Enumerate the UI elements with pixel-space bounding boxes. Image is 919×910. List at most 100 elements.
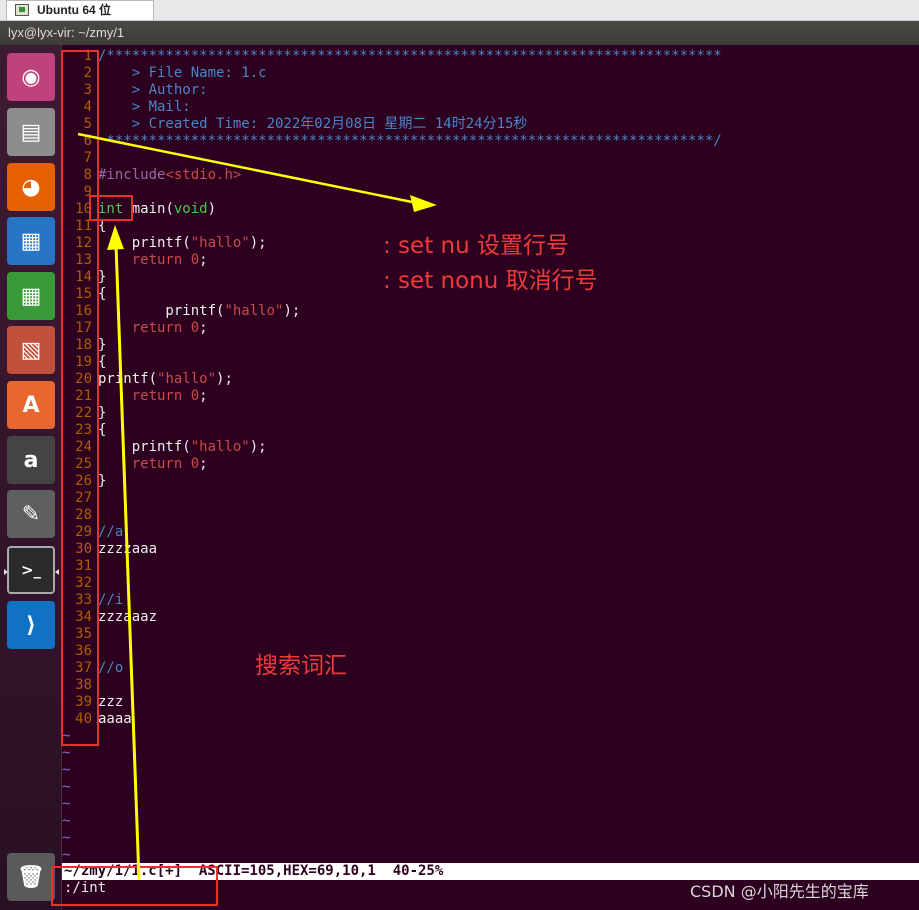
code-line: 3 > Author: [62, 82, 919, 99]
empty-line-tilde: ~ [62, 813, 919, 830]
code-line: 16 printf("hallo"); [62, 303, 919, 320]
code-line: 18} [62, 337, 919, 354]
code-line: 22} [62, 405, 919, 422]
line-text: return 0; [131, 320, 208, 336]
note-set-nonu: : set nonu 取消行号 [383, 268, 598, 294]
launcher-terminal[interactable]: >_ [4, 546, 59, 594]
code-line: 17 return 0; [62, 320, 919, 337]
unity-launcher: ◉ ▤ ◕ ▦ ▦ ▧ Aa ✎ >_ ⟩ 🗑 [0, 45, 62, 910]
vm-tab-label: Ubuntu 64 位 [37, 3, 111, 17]
empty-line-tilde: ~ [62, 830, 919, 847]
launcher-vscode[interactable]: ⟩ [7, 601, 55, 649]
line-text: #include<stdio.h> [98, 167, 242, 183]
line-text: return 0; [131, 456, 208, 472]
code-line: 30 zzzzaaa [62, 541, 919, 558]
line-text: printf("hallo"); [98, 235, 267, 251]
code-line: 7 [62, 150, 919, 167]
launcher-libreoffice-writer[interactable]: ▦ [7, 217, 55, 265]
note-search: 搜索词汇 [255, 653, 347, 679]
code-line: 24 printf("hallo"); [62, 439, 919, 456]
tilde-marker: ~ [62, 779, 71, 795]
code-line: 10 int main(void) [62, 201, 919, 218]
code-line: 36 [62, 643, 919, 660]
line-text: zzzzaaa [98, 541, 158, 557]
line-text: aaaa [98, 711, 132, 727]
focus-indicator [55, 569, 59, 575]
line-text: printf("hallo"); [98, 303, 301, 319]
code-line: 32 [62, 575, 919, 592]
line-text: zzz [98, 694, 124, 710]
vm-tab-bar: Ubuntu 64 位 [0, 0, 919, 21]
code-line: 8 #include<stdio.h> [62, 167, 919, 184]
code-line: 37//o [62, 660, 919, 677]
calc-spreadsheet-icon: ▦ [20, 283, 42, 309]
launcher-trash[interactable]: 🗑 [7, 853, 55, 901]
code-line: 6 **************************************… [62, 133, 919, 150]
launcher-firefox[interactable]: ◕ [7, 163, 55, 211]
csdn-watermark: CSDN @小阳先生的宝库 [690, 882, 869, 901]
code-line: 25 return 0; [62, 456, 919, 473]
tilde-marker: ~ [62, 762, 71, 778]
firefox-icon: ◕ [21, 174, 41, 200]
note-set-nu: : set nu 设置行号 [383, 233, 569, 259]
line-text: printf("hallo"); [98, 439, 267, 455]
tilde-marker: ~ [62, 847, 71, 863]
line-text: { [98, 354, 107, 370]
vscode-icon: ⟩ [25, 612, 37, 638]
code-line: 33//i [62, 592, 919, 609]
launcher-libreoffice-calc[interactable]: ▦ [7, 272, 55, 320]
code-line: 31 [62, 558, 919, 575]
line-text: } [98, 473, 107, 489]
impress-presentation-icon: ▧ [20, 337, 42, 363]
file-cabinet-icon: ▤ [20, 119, 42, 145]
amazon-icon: a [23, 447, 39, 473]
line-text: { [98, 422, 107, 438]
empty-line-tilde: ~ [62, 847, 919, 864]
line-text: //o [98, 660, 124, 676]
empty-line-tilde: ~ [62, 762, 919, 779]
wrench-gear-icon: ✎ [21, 501, 41, 527]
code-line: 28 [62, 507, 919, 524]
ubuntu-logo-icon: ◉ [21, 64, 41, 90]
code-line: 39 zzz [62, 694, 919, 711]
line-text: { [98, 286, 107, 302]
tilde-marker: ~ [62, 796, 71, 812]
code-line: 26} [62, 473, 919, 490]
vm-icon [15, 4, 29, 16]
code-line: 4 > Mail: [62, 99, 919, 116]
launcher-ubuntu-dash[interactable]: ◉ [7, 53, 55, 101]
line-text: } [98, 405, 107, 421]
vm-tab-ubuntu[interactable]: Ubuntu 64 位 [6, 0, 154, 20]
line-text: return 0; [131, 388, 208, 404]
launcher-files[interactable]: ▤ [7, 108, 55, 156]
line-text: } [98, 337, 107, 353]
line-text: > Mail: [98, 99, 191, 115]
writer-document-icon: ▦ [20, 228, 42, 254]
terminal-icon: >_ [20, 561, 42, 579]
launcher-amazon[interactable]: a [7, 436, 55, 484]
line-text: zzzaaaz [98, 609, 158, 625]
search-match-highlight-box [89, 195, 133, 221]
line-text: //i [98, 592, 124, 608]
launcher-system-settings[interactable]: ✎ [7, 490, 55, 538]
line-text: /***************************************… [98, 48, 722, 64]
line-text: > Author: [98, 82, 208, 98]
code-line: 21 return 0; [62, 388, 919, 405]
line-text: printf("hallo"); [98, 371, 233, 387]
empty-line-tilde: ~ [62, 796, 919, 813]
launcher-software-center[interactable]: A [7, 381, 55, 429]
command-line-highlight-box [51, 866, 218, 906]
line-text: } [98, 269, 107, 285]
tilde-marker: ~ [62, 813, 71, 829]
code-line: 9 [62, 184, 919, 201]
empty-line-tilde: ~ [62, 745, 919, 762]
tilde-marker: ~ [62, 830, 71, 846]
empty-line-tilde: ~ [62, 779, 919, 796]
launcher-libreoffice-impress[interactable]: ▧ [7, 326, 55, 374]
line-text: //a [98, 524, 124, 540]
window-titlebar: lyx@lyx-vir: ~/zmy/1 [0, 21, 919, 45]
code-line: 38 [62, 677, 919, 694]
line-number-highlight-box [61, 50, 99, 746]
terminal-vim-editor[interactable]: 1/**************************************… [62, 45, 919, 910]
active-indicator [4, 569, 8, 575]
